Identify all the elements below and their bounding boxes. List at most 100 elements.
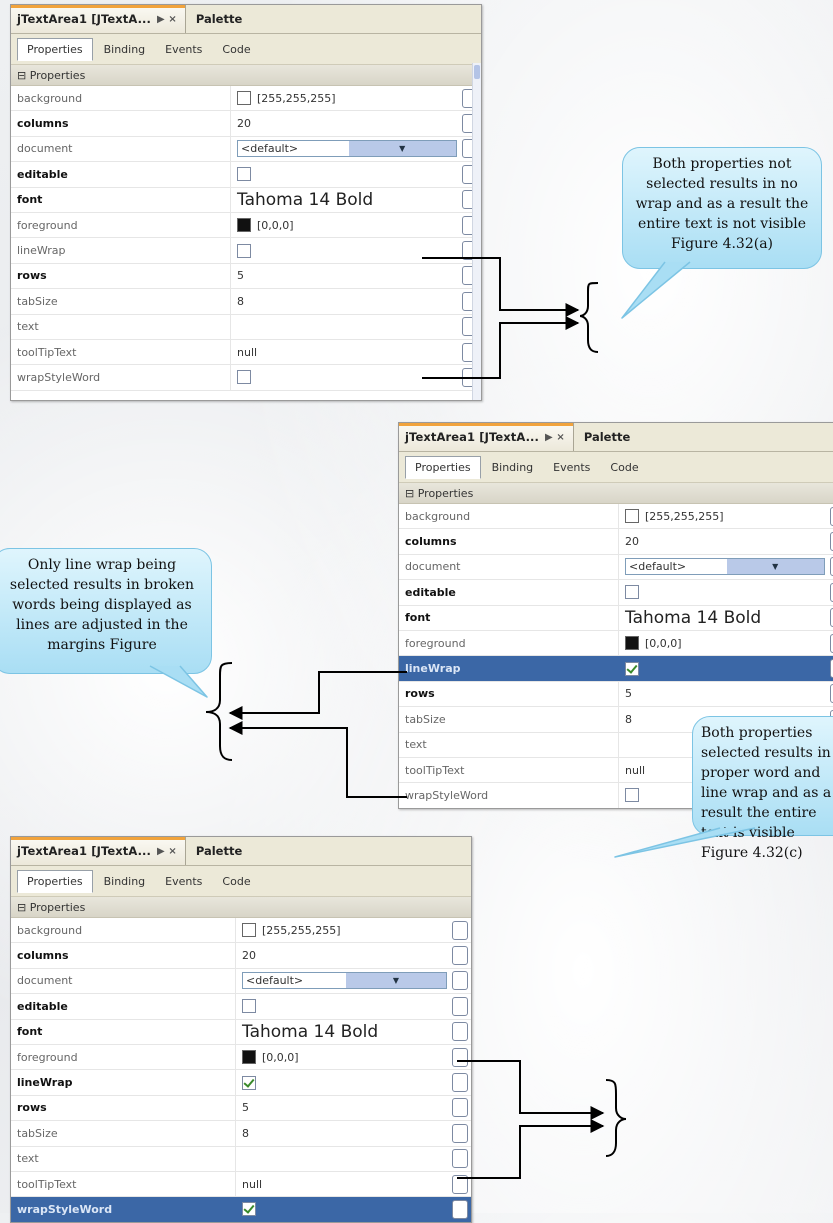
section-header-properties[interactable]: ⊟ Properties (11, 897, 471, 918)
chevron-down-icon[interactable]: ▼ (726, 559, 824, 575)
collapse-icon[interactable]: ⊟ (17, 901, 30, 914)
property-row-rows[interactable]: rows 5 (11, 1095, 471, 1122)
customizer-button[interactable] (449, 918, 471, 942)
font-value[interactable]: Tahoma 14 Bold (236, 1020, 449, 1044)
subtab-properties[interactable]: Properties (17, 869, 93, 893)
columns-value[interactable]: 20 (236, 943, 449, 967)
property-row-rows[interactable]: rows 5 (399, 681, 833, 708)
document-combo[interactable]: <default> ▼ (242, 972, 447, 990)
property-row-font[interactable]: font Tahoma 14 Bold (399, 605, 833, 631)
property-row-foreground[interactable]: foreground [0,0,0] (399, 630, 833, 657)
subtab-properties[interactable]: Properties (17, 37, 93, 61)
property-value[interactable]: [0,0,0] (231, 213, 459, 237)
subtab-events[interactable]: Events (544, 457, 599, 478)
customizer-button[interactable] (827, 656, 833, 680)
property-row-linewrap[interactable]: lineWrap (11, 238, 481, 264)
subtab-binding[interactable]: Binding (95, 871, 155, 892)
document-combo[interactable]: <default> ▼ (237, 140, 457, 158)
section-header-properties[interactable]: ⊟ Properties (399, 483, 833, 504)
wrapstyleword-checkbox[interactable] (625, 788, 639, 803)
columns-value[interactable]: 20 (231, 111, 459, 135)
property-row-document[interactable]: document <default> ▼ (11, 136, 481, 163)
tab-controls-icon[interactable]: ▶ × (545, 432, 565, 443)
collapse-icon[interactable]: ⊟ (405, 487, 418, 500)
customizer-button[interactable] (449, 1045, 471, 1069)
customizer-button[interactable] (827, 555, 833, 579)
subtab-events[interactable]: Events (156, 871, 211, 892)
property-row-columns[interactable]: columns 20 (11, 943, 471, 969)
property-row-document[interactable]: document <default> ▼ (399, 554, 833, 581)
wrapstyleword-checkbox[interactable] (242, 1202, 256, 1217)
property-value[interactable]: <default> ▼ (231, 137, 459, 161)
property-value[interactable]: [255,255,255] (236, 918, 449, 942)
customizer-button[interactable] (449, 994, 471, 1018)
tab-palette[interactable]: Palette (186, 837, 252, 865)
property-row-columns[interactable]: columns 20 (399, 529, 833, 555)
customizer-button[interactable] (449, 1020, 471, 1044)
property-row-linewrap[interactable]: lineWrap (11, 1070, 471, 1096)
property-row-linewrap[interactable]: lineWrap (399, 656, 833, 682)
customizer-button[interactable] (449, 1096, 471, 1120)
customizer-button[interactable] (827, 580, 833, 604)
customizer-button[interactable] (827, 504, 833, 528)
property-row-text[interactable]: text (11, 1146, 471, 1172)
wrapstyleword-checkbox[interactable] (237, 370, 251, 385)
customizer-button[interactable] (449, 1070, 471, 1094)
property-row-tooltiptext[interactable]: toolTipText null (11, 1171, 471, 1198)
tooltiptext-value[interactable]: null (236, 1172, 449, 1196)
tab-palette[interactable]: Palette (186, 5, 252, 33)
property-row-tabsize[interactable]: tabSize 8 (11, 1121, 471, 1147)
property-row-foreground[interactable]: foreground [0,0,0] (11, 212, 481, 239)
property-value[interactable]: [0,0,0] (236, 1045, 449, 1069)
property-row-foreground[interactable]: foreground [0,0,0] (11, 1044, 471, 1071)
property-row-document[interactable]: document <default> ▼ (11, 968, 471, 995)
property-row-background[interactable]: background [255,255,255] (11, 918, 471, 944)
subtab-code[interactable]: Code (213, 871, 259, 892)
editable-checkbox[interactable] (242, 999, 256, 1014)
chevron-down-icon[interactable]: ▼ (348, 141, 456, 157)
property-value[interactable]: <default> ▼ (236, 969, 449, 993)
property-row-wrapstyleword[interactable]: wrapStyleWord (11, 365, 481, 391)
linewrap-checkbox[interactable] (625, 661, 639, 676)
tab-controls-icon[interactable]: ▶ × (157, 14, 177, 25)
customizer-button[interactable] (449, 1197, 471, 1221)
customizer-button[interactable] (827, 631, 833, 655)
property-row-editable[interactable]: editable (399, 580, 833, 606)
subtab-events[interactable]: Events (156, 39, 211, 60)
tab-jtextarea1[interactable]: jTextArea1 [JTextA... ▶ × (399, 423, 574, 451)
property-row-background[interactable]: background [255,255,255] (399, 504, 833, 530)
customizer-button[interactable] (449, 1147, 471, 1171)
tab-jtextarea1[interactable]: jTextArea1 [JTextA... ▶ × (11, 5, 186, 33)
subtab-binding[interactable]: Binding (483, 457, 543, 478)
customizer-button[interactable] (449, 943, 471, 967)
property-row-wrapstyleword[interactable]: wrapStyleWord (11, 1197, 471, 1222)
linewrap-checkbox[interactable] (237, 243, 251, 258)
rows-value[interactable]: 5 (619, 682, 827, 706)
property-row-text[interactable]: text (11, 314, 481, 340)
property-row-tabsize[interactable]: tabSize 8 (11, 289, 481, 315)
customizer-button[interactable] (449, 1172, 471, 1196)
tab-jtextarea1[interactable]: jTextArea1 [JTextA... ▶ × (11, 837, 186, 865)
editable-checkbox[interactable] (625, 585, 639, 600)
subtab-code[interactable]: Code (601, 457, 647, 478)
subtab-code[interactable]: Code (213, 39, 259, 60)
font-value[interactable]: Tahoma 14 Bold (619, 606, 827, 630)
subtab-properties[interactable]: Properties (405, 455, 481, 479)
property-row-background[interactable]: background [255,255,255] (11, 86, 481, 112)
chevron-down-icon[interactable]: ▼ (346, 973, 446, 989)
tabsize-value[interactable]: 8 (236, 1121, 449, 1145)
document-combo[interactable]: <default> ▼ (625, 558, 825, 576)
property-row-tooltiptext[interactable]: toolTipText null (11, 339, 481, 366)
customizer-button[interactable] (827, 606, 833, 630)
rows-value[interactable]: 5 (231, 264, 459, 288)
columns-value[interactable]: 20 (619, 529, 827, 553)
property-row-columns[interactable]: columns 20 (11, 111, 481, 137)
text-value[interactable] (231, 315, 459, 339)
property-value[interactable]: [255,255,255] (231, 86, 459, 110)
tab-palette[interactable]: Palette (574, 423, 640, 451)
customizer-button[interactable] (449, 1121, 471, 1145)
vertical-scrollbar[interactable] (472, 63, 481, 400)
tab-controls-icon[interactable]: ▶ × (157, 846, 177, 857)
property-value[interactable]: [0,0,0] (619, 631, 827, 655)
property-row-font[interactable]: font Tahoma 14 Bold (11, 1019, 471, 1045)
